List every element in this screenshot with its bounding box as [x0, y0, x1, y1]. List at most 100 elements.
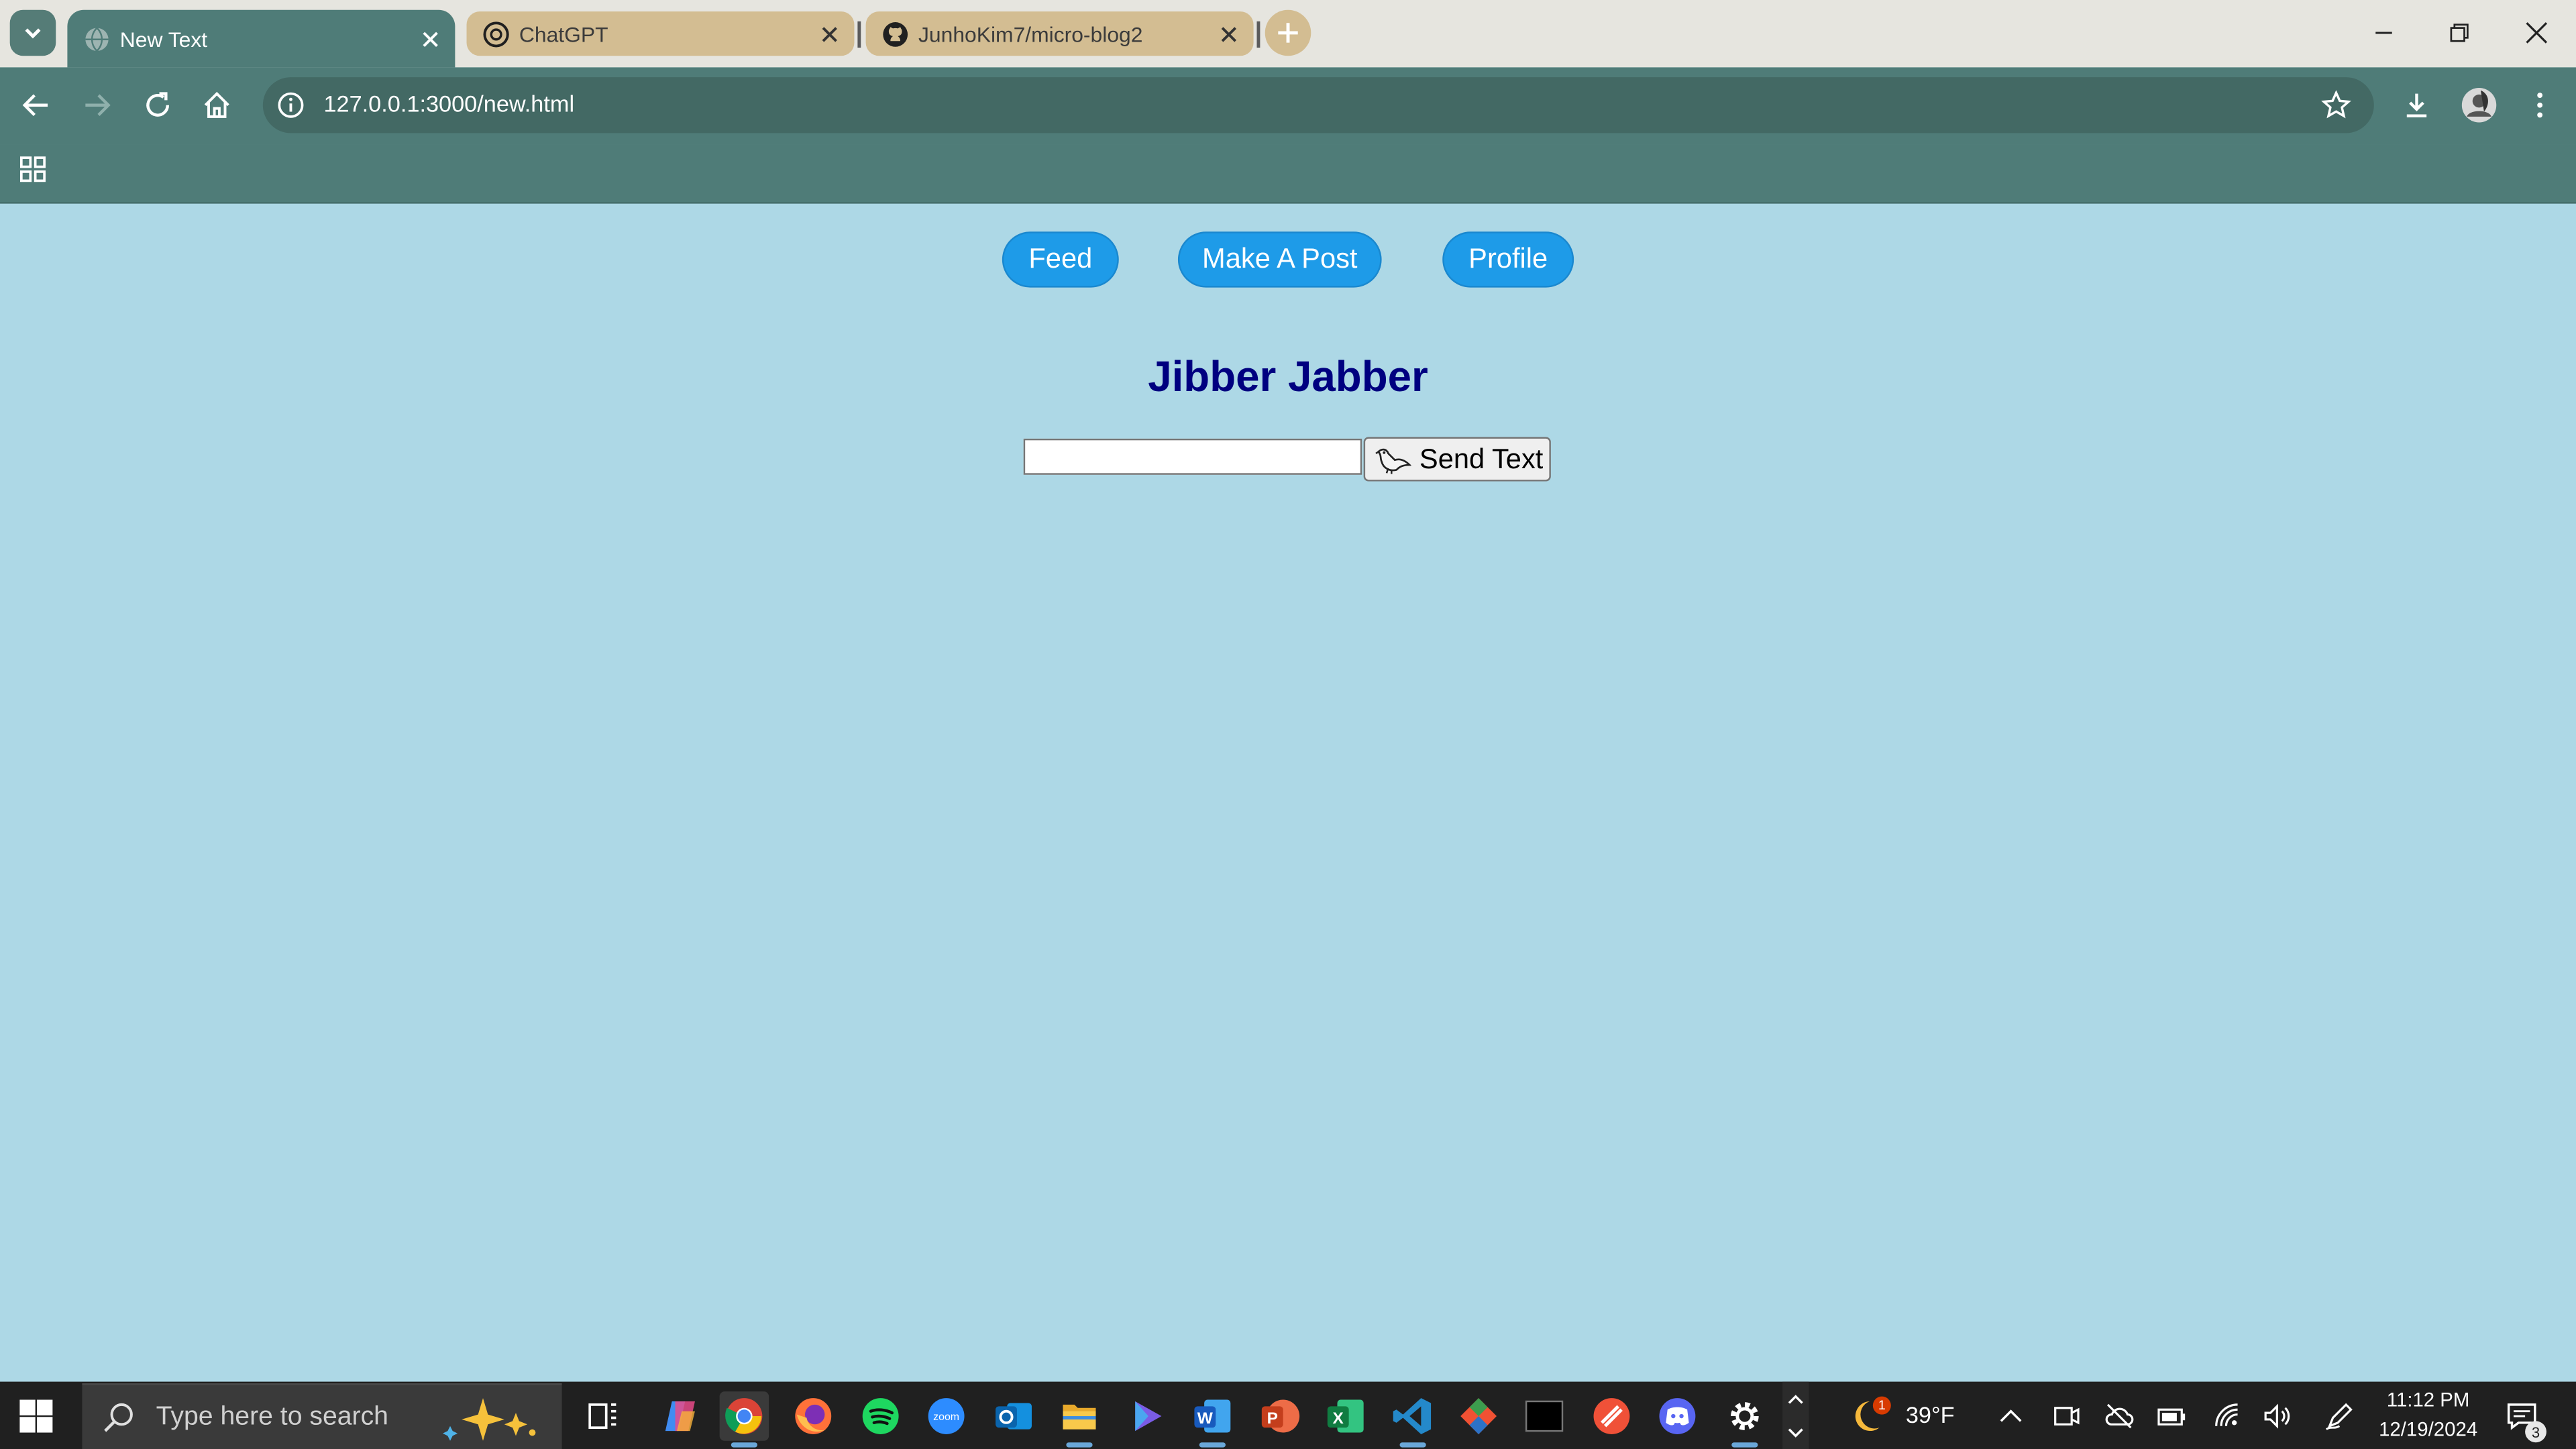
vscode-icon[interactable] — [1388, 1391, 1437, 1448]
openai-icon — [483, 21, 509, 47]
close-icon — [2526, 22, 2548, 44]
copilot-icon[interactable] — [655, 1391, 704, 1440]
browser-toolbar: 127.0.0.1:3000/new.html — [0, 67, 2576, 145]
tab-github[interactable]: JunhoKim7/micro-blog2 — [865, 11, 1254, 56]
apps-grid-icon[interactable] — [18, 154, 48, 184]
home-icon — [204, 91, 229, 118]
swift-icon[interactable] — [1587, 1391, 1636, 1440]
svg-text:zoom: zoom — [933, 1411, 959, 1423]
battery-icon[interactable] — [2155, 1400, 2188, 1433]
svg-text:P: P — [1267, 1409, 1278, 1428]
svg-text:W: W — [1197, 1409, 1214, 1428]
chevron-down-icon — [25, 28, 41, 39]
download-icon — [2406, 93, 2427, 117]
active-indicator — [1731, 1442, 1758, 1448]
search-placeholder: Type here to search — [156, 1403, 388, 1432]
bookmarks-bar — [0, 144, 2576, 204]
forward-arrow-icon — [85, 94, 111, 116]
minimize-icon — [2375, 32, 2392, 34]
tab-chatgpt[interactable]: ChatGPT — [466, 11, 855, 56]
tab-separator — [857, 21, 861, 48]
pen-icon[interactable] — [2323, 1400, 2356, 1433]
active-indicator — [1199, 1442, 1226, 1448]
close-window-button[interactable] — [2517, 13, 2557, 53]
file-explorer-icon[interactable] — [1055, 1391, 1104, 1448]
restore-button[interactable] — [2440, 13, 2479, 53]
clipchamp-icon[interactable] — [1122, 1391, 1171, 1440]
outlook-icon[interactable] — [989, 1391, 1038, 1440]
discord-icon[interactable] — [1653, 1391, 1702, 1440]
chevron-down-icon — [1788, 1428, 1803, 1438]
taskbar-search-box[interactable]: Type here to search — [82, 1383, 562, 1449]
restore-icon — [2450, 23, 2469, 42]
reload-icon — [146, 92, 170, 117]
active-indicator — [1066, 1442, 1093, 1448]
send-text-button[interactable]: Send Text — [1363, 437, 1551, 482]
close-icon[interactable] — [419, 27, 441, 50]
svg-text:X: X — [1333, 1409, 1344, 1428]
tab-title: ChatGPT — [519, 21, 608, 46]
close-icon[interactable] — [818, 22, 841, 45]
github-icon — [883, 21, 908, 46]
close-icon[interactable] — [1218, 22, 1240, 45]
active-indicator — [731, 1442, 757, 1448]
downloads-button[interactable] — [2396, 84, 2438, 127]
word-icon[interactable]: W — [1188, 1391, 1237, 1448]
profile-avatar[interactable] — [2458, 84, 2501, 127]
chevron-up-icon[interactable] — [1994, 1400, 2027, 1433]
home-button[interactable] — [195, 84, 238, 127]
volume-icon[interactable] — [2261, 1400, 2294, 1433]
site-info-icon[interactable] — [276, 91, 305, 120]
nav-profile-button[interactable]: Profile — [1442, 231, 1574, 288]
address-bar[interactable]: 127.0.0.1:3000/new.html — [262, 77, 2374, 133]
cloud-offline-icon[interactable] — [2103, 1400, 2136, 1433]
firefox-icon[interactable] — [789, 1391, 838, 1440]
settings-icon[interactable] — [1720, 1391, 1769, 1448]
notification-count-badge: 3 — [2525, 1421, 2546, 1443]
tab-new-text[interactable]: New Text — [67, 9, 455, 68]
git-icon[interactable] — [1454, 1391, 1503, 1440]
tab-title: JunhoKim7/micro-blog2 — [918, 21, 1143, 46]
clock-date[interactable]: 12/19/2024 — [2366, 1417, 2491, 1440]
sparkle-icon — [443, 1398, 536, 1441]
task-view-icon[interactable] — [578, 1391, 627, 1440]
reload-button[interactable] — [136, 84, 179, 127]
bird-icon — [1375, 448, 1411, 474]
nav-feed-button[interactable]: Feed — [1002, 231, 1119, 288]
active-indicator — [1399, 1442, 1426, 1448]
globe-icon — [85, 26, 109, 51]
excel-icon[interactable]: X — [1321, 1391, 1370, 1440]
send-button-label: Send Text — [1419, 443, 1544, 475]
tab-search-button[interactable] — [9, 9, 56, 56]
camera-icon[interactable] — [2050, 1400, 2083, 1433]
zoom-icon[interactable]: zoom — [922, 1391, 971, 1440]
chrome-icon[interactable] — [719, 1391, 769, 1448]
search-icon — [104, 1403, 133, 1432]
bookmark-star-icon[interactable] — [2321, 90, 2351, 120]
windows-start-icon[interactable] — [16, 1397, 56, 1436]
avatar-icon — [2461, 88, 2497, 123]
url-text: 127.0.0.1:3000/new.html — [323, 90, 575, 117]
page-content: Feed Make A Post Profile Jibber Jabber S… — [0, 203, 2576, 1382]
taskbar-overflow-scroll[interactable] — [1782, 1381, 1809, 1449]
post-text-input[interactable] — [1023, 438, 1362, 475]
powerpoint-icon[interactable]: P — [1255, 1391, 1304, 1440]
spotify-icon[interactable] — [856, 1391, 905, 1440]
tab-title: New Text — [119, 26, 208, 51]
more-vert-icon — [2537, 93, 2543, 118]
wifi-icon[interactable] — [2211, 1400, 2244, 1433]
browser-menu-button[interactable] — [2518, 84, 2561, 127]
back-button[interactable] — [15, 84, 58, 127]
minimize-button[interactable] — [2364, 13, 2404, 53]
weather-temperature[interactable]: 39°F — [1906, 1401, 1955, 1428]
back-arrow-icon — [22, 94, 48, 116]
windows-taskbar: Type here to search zoom W P X 1 39°F 11… — [0, 1381, 2576, 1449]
forward-button[interactable] — [76, 84, 119, 127]
chevron-up-icon — [1788, 1395, 1803, 1404]
plus-icon — [1278, 23, 1298, 43]
nav-make-a-post-button[interactable]: Make A Post — [1177, 231, 1382, 288]
weather-alert-badge: 1 — [1872, 1396, 1891, 1415]
clock-time[interactable]: 11:12 PM — [2366, 1388, 2491, 1411]
terminal-icon[interactable] — [1519, 1391, 1568, 1440]
new-tab-button[interactable] — [1265, 9, 1311, 56]
